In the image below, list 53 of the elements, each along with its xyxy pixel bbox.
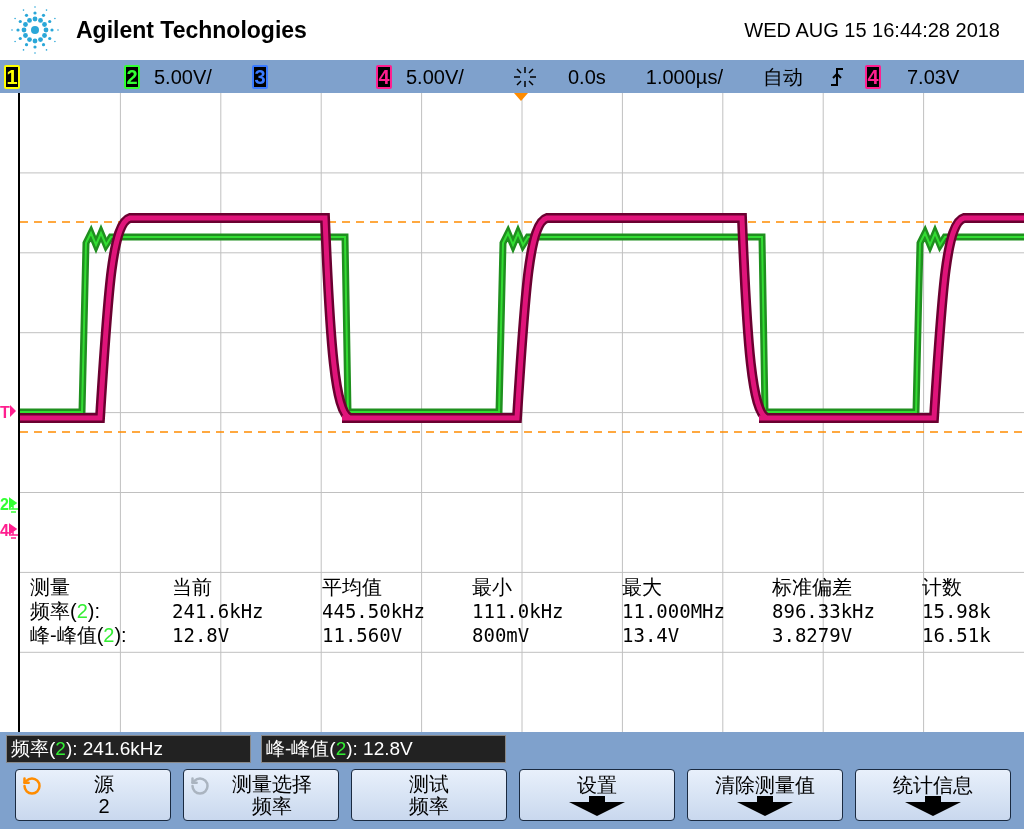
- channel-badge[interactable]: 4: [376, 64, 392, 89]
- measurement-value: 12.8V: [172, 623, 230, 647]
- column-header: 最小: [472, 575, 512, 599]
- softkey-button[interactable]: 设置: [519, 769, 675, 821]
- volts-per-div: 5.00V/: [154, 64, 212, 90]
- column-header: 计数: [922, 575, 962, 599]
- measurement-label: 峰-峰值(2):: [30, 623, 127, 647]
- measurement-value: 16.51k: [922, 623, 991, 647]
- readout-text: 峰-峰值(2): 12.8V: [266, 736, 413, 761]
- channel-badge[interactable]: 3: [252, 64, 268, 89]
- softkey-button[interactable]: 测量选择 频率: [183, 769, 339, 821]
- softkey-button[interactable]: 统计信息: [855, 769, 1011, 821]
- volts-per-div: 5.00V/: [406, 64, 464, 90]
- softkey-button[interactable]: 测试 频率: [351, 769, 507, 821]
- softkey-button[interactable]: 清除测量值: [687, 769, 843, 821]
- down-arrow-icon: [905, 796, 961, 816]
- measurement-value: 800mV: [472, 623, 530, 647]
- ground-icon: [8, 523, 18, 541]
- trigger-burst-icon: [512, 64, 538, 89]
- measurement-value: 241.6kHz: [172, 599, 264, 623]
- logo-icon: [10, 5, 60, 55]
- column-header: 当前: [172, 575, 212, 599]
- measurement-value: 15.98k: [922, 599, 991, 623]
- trigger-mode: 自动: [762, 64, 803, 90]
- column-header: 标准偏差: [772, 575, 852, 599]
- measurement-value: 111.0kHz: [472, 599, 564, 623]
- readout-text: 频率(2): 241.6kHz: [11, 736, 164, 761]
- column-header: 最大: [622, 575, 662, 599]
- delay-value: 0.0s: [568, 64, 606, 90]
- measurement-value: 445.50kHz: [322, 599, 425, 623]
- down-arrow-icon: [569, 796, 625, 816]
- channel-badge[interactable]: 4: [864, 64, 881, 89]
- measurement-value: 11.000MHz: [622, 599, 725, 623]
- trigger-level: 7.03V: [906, 64, 960, 90]
- ground-icon: [8, 497, 18, 515]
- measurement-value: 896.33kHz: [772, 599, 875, 623]
- channel-badge[interactable]: 1: [4, 64, 20, 89]
- channel-marker[interactable]: T: [0, 405, 10, 421]
- column-header: 测量: [30, 575, 70, 599]
- column-header: 平均值: [322, 575, 382, 599]
- brand-name: Agilent Technologies: [76, 15, 307, 45]
- channel-badge[interactable]: 2: [124, 64, 140, 89]
- softkey-button[interactable]: 源 2: [15, 769, 171, 821]
- channel-marker[interactable]: 4: [0, 523, 9, 539]
- down-arrow-icon: [737, 796, 793, 816]
- measurement-label: 频率(2):: [30, 599, 100, 623]
- measurement-value: 13.4V: [622, 623, 680, 647]
- rising-edge-icon: [830, 67, 843, 86]
- timebase-value: 1.000µs/: [645, 64, 723, 90]
- triangle-icon: [9, 405, 16, 417]
- date-time: WED AUG 15 16:44:28 2018: [744, 18, 1000, 43]
- measurement-value: 3.8279V: [772, 623, 853, 647]
- measurement-value: 11.560V: [322, 623, 403, 647]
